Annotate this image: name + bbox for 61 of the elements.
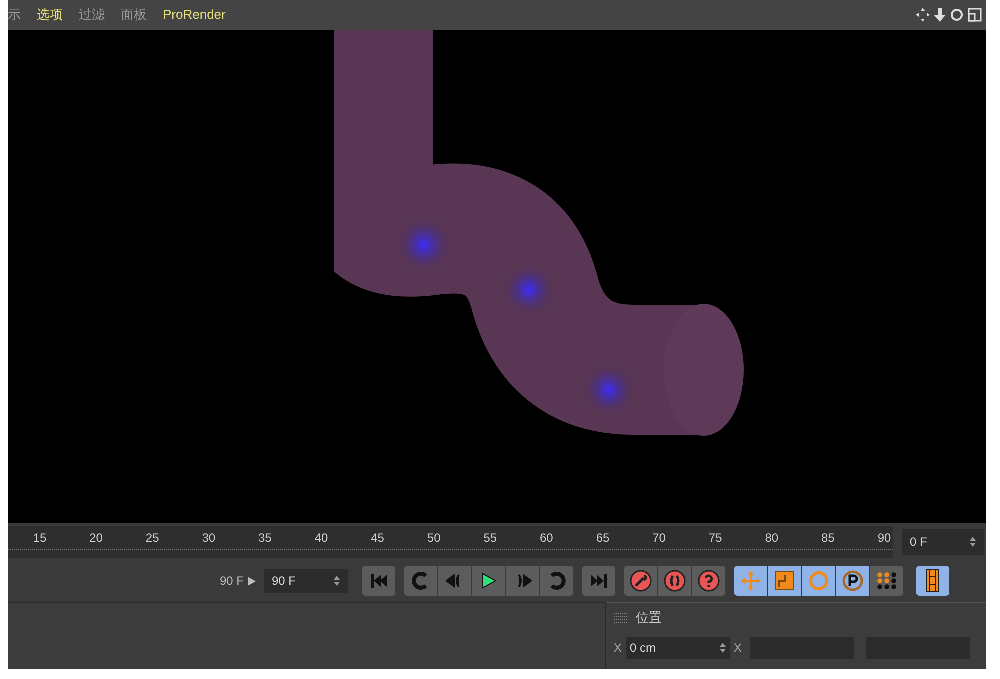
timeline-button[interactable] bbox=[916, 566, 950, 596]
frame-tick-label: 55 bbox=[484, 530, 498, 546]
frame-tick-label: 65 bbox=[596, 530, 610, 546]
frame-tick-label: 75 bbox=[708, 530, 722, 546]
axis-label: X bbox=[734, 640, 742, 657]
go-to-end-button[interactable] bbox=[582, 566, 616, 596]
axis-label: X bbox=[613, 640, 622, 657]
spinner-icon bbox=[334, 576, 340, 586]
frame-tick-label: 30 bbox=[202, 530, 216, 546]
keyframe-toggle-button[interactable] bbox=[768, 566, 802, 596]
spinner-icon bbox=[720, 643, 726, 653]
frame-tick-label: 40 bbox=[314, 530, 328, 546]
current-frame-field[interactable]: 0 F bbox=[902, 528, 984, 554]
play-button[interactable] bbox=[472, 566, 506, 596]
key-icon bbox=[630, 570, 652, 592]
keyframe-toggle-button[interactable] bbox=[836, 566, 870, 596]
menu-item[interactable]: 选项 bbox=[37, 5, 63, 25]
play-arrow-icon bbox=[248, 576, 256, 586]
go-to-start-button[interactable] bbox=[362, 566, 396, 596]
frame-tick-label: 60 bbox=[540, 530, 554, 546]
panel-title: 位置 bbox=[636, 609, 662, 628]
play-icon bbox=[480, 573, 496, 589]
frame-tick-label: 80 bbox=[765, 530, 779, 546]
max-frame-field[interactable]: 90 F bbox=[264, 569, 348, 593]
auto-key-button[interactable] bbox=[658, 566, 692, 596]
frame-tick-label: 85 bbox=[822, 530, 835, 546]
down-arrow-icon[interactable] bbox=[934, 8, 946, 22]
frame-tick-label: 35 bbox=[258, 530, 272, 546]
move-view-icon[interactable] bbox=[916, 8, 930, 22]
timeline-ruler[interactable]: 15 20 25 30 35 40 45 50 55 60 65 70 75 80 85 90 bbox=[8, 526, 893, 558]
min-frame-field[interactable]: 90 F bbox=[198, 569, 256, 593]
record-key-button[interactable] bbox=[624, 566, 658, 596]
menu-item[interactable]: ProRender bbox=[163, 5, 226, 25]
question-icon bbox=[698, 570, 720, 592]
previous-key-button[interactable] bbox=[404, 566, 438, 596]
rotate-view-icon[interactable] bbox=[950, 8, 964, 22]
frame-tick-label: 70 bbox=[652, 530, 666, 546]
position-field[interactable]: 0 cm bbox=[626, 637, 730, 659]
frame-tick-label: 45 bbox=[371, 530, 384, 546]
skip-end-icon bbox=[590, 574, 608, 588]
window-icon[interactable] bbox=[968, 8, 982, 22]
move-arrows-icon bbox=[740, 570, 762, 592]
keyframe-toggle-button[interactable] bbox=[802, 566, 836, 596]
grip-icon bbox=[614, 612, 628, 624]
frame-tick-label: 15 bbox=[33, 530, 47, 546]
keyframe-toggle-button[interactable] bbox=[734, 566, 768, 596]
brackets-circle-icon bbox=[664, 570, 686, 592]
film-strip-icon bbox=[926, 569, 940, 593]
dot-grid-icon bbox=[876, 571, 898, 591]
spinner-icon bbox=[970, 536, 976, 546]
frame-tick-label: 90 bbox=[878, 530, 892, 546]
next-key-button[interactable] bbox=[540, 566, 574, 596]
parameter-p-icon bbox=[842, 570, 864, 592]
skip-start-icon bbox=[370, 574, 388, 588]
frame-tick-label: 20 bbox=[90, 530, 103, 546]
frame-tick-label: 25 bbox=[146, 530, 160, 546]
frame-tick-label: 50 bbox=[427, 530, 441, 546]
help-button[interactable] bbox=[692, 566, 726, 596]
rotate-ring-icon bbox=[808, 570, 830, 592]
keyframe-toggle-button[interactable] bbox=[870, 566, 904, 596]
scale-square-icon bbox=[774, 571, 794, 591]
